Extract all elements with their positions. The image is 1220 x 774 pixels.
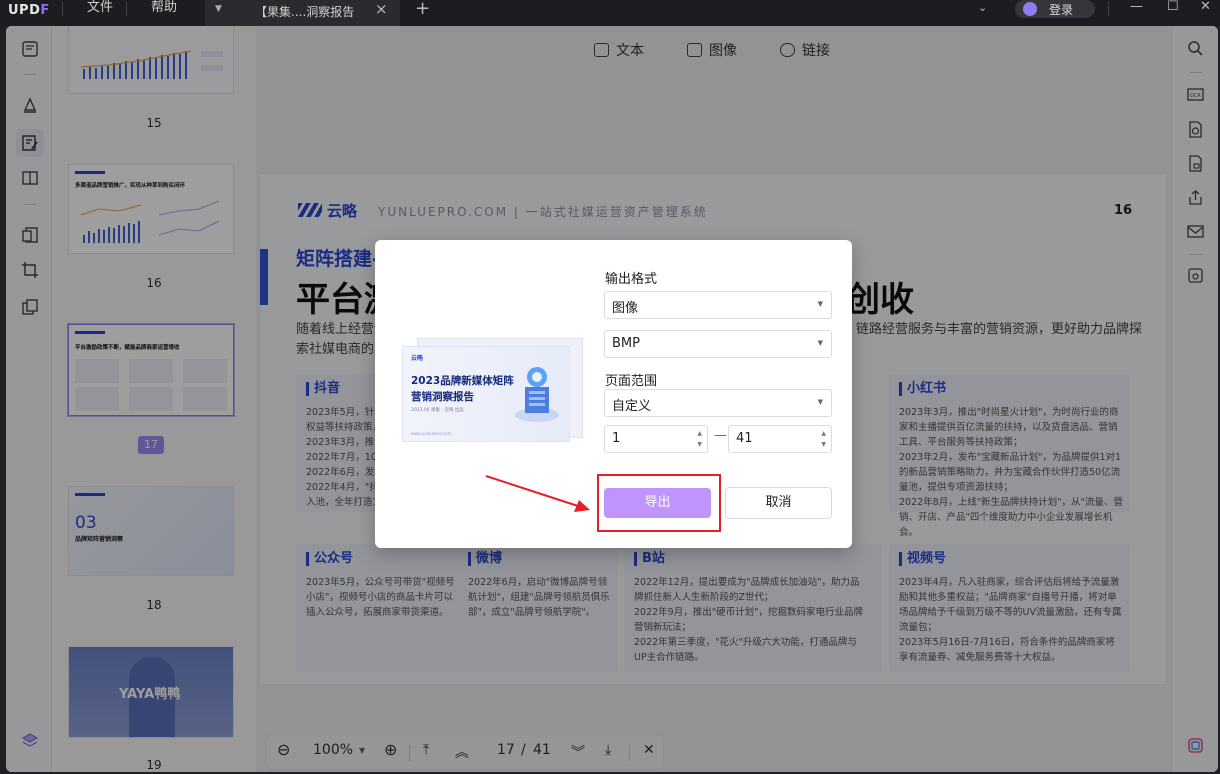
app-logo: UPDF bbox=[8, 3, 50, 18]
avatar bbox=[1023, 2, 1037, 16]
tab-title: 【果集....洞察报告 bbox=[255, 5, 355, 19]
close-tab-icon[interactable]: × bbox=[375, 0, 388, 18]
output-format-label: 输出格式 bbox=[605, 272, 658, 287]
minimize-icon[interactable]: — bbox=[1130, 0, 1143, 14]
page-range-select[interactable]: 自定义 ▼ bbox=[604, 389, 832, 417]
range-separator: — bbox=[714, 428, 727, 443]
chevron-down-icon: ▼ bbox=[817, 398, 823, 406]
document-tab[interactable]: ▼ 【果集....洞察报告 × bbox=[205, 0, 400, 26]
cancel-button[interactable]: 取消 bbox=[725, 487, 832, 519]
annotation-arrow bbox=[485, 475, 590, 512]
stepper-arrows-icon[interactable]: ▲ ▼ bbox=[821, 428, 826, 450]
chevron-down-icon: ▼ bbox=[817, 339, 823, 347]
range-from-input[interactable]: 1 ▲ ▼ bbox=[604, 425, 708, 453]
export-preview: 云略 2023品牌新媒体矩阵 营销洞察报告 2023.06 果集 · 云略 出品 … bbox=[402, 346, 570, 442]
divider bbox=[1108, 2, 1109, 16]
output-format-select[interactable]: 图像 ▼ bbox=[604, 291, 832, 319]
menu-file[interactable]: 文件 bbox=[87, 0, 113, 16]
login-label: 登录 bbox=[1049, 3, 1074, 17]
new-tab-button[interactable]: + bbox=[415, 0, 430, 19]
preview-title: 2023品牌新媒体矩阵 营销洞察报告 bbox=[411, 375, 514, 403]
image-type-select[interactable]: BMP ▼ bbox=[604, 330, 832, 358]
annotation-highlight-box bbox=[597, 474, 721, 532]
stepper-arrows-icon[interactable]: ▲ ▼ bbox=[697, 428, 702, 450]
preview-logo: 云略 bbox=[411, 355, 424, 362]
chevron-down-icon[interactable]: ⌄ bbox=[978, 1, 987, 14]
close-window-icon[interactable]: ✕ bbox=[1200, 0, 1211, 14]
divider bbox=[62, 2, 63, 16]
tab-dropdown-icon[interactable]: ▼ bbox=[215, 4, 222, 14]
page-range-label: 页面范围 bbox=[605, 374, 658, 389]
chevron-down-icon: ▼ bbox=[817, 300, 823, 308]
maximize-icon[interactable]: ☐ bbox=[1167, 0, 1179, 14]
range-to-input[interactable]: 41 ▲ ▼ bbox=[728, 425, 832, 453]
divider bbox=[126, 2, 127, 16]
menu-help[interactable]: 帮助 bbox=[151, 0, 177, 16]
title-bar: UPDF 文件 帮助 ▼ 【果集....洞察报告 × + ⌄ 登录 — ☐ ✕ bbox=[0, 0, 1220, 26]
login-button[interactable]: 登录 bbox=[1015, 0, 1095, 18]
preview-url: www.yunluepro.com bbox=[411, 431, 452, 436]
preview-illustration bbox=[515, 367, 559, 422]
preview-subtitle: 2023.06 果集 · 云略 出品 bbox=[411, 408, 464, 413]
